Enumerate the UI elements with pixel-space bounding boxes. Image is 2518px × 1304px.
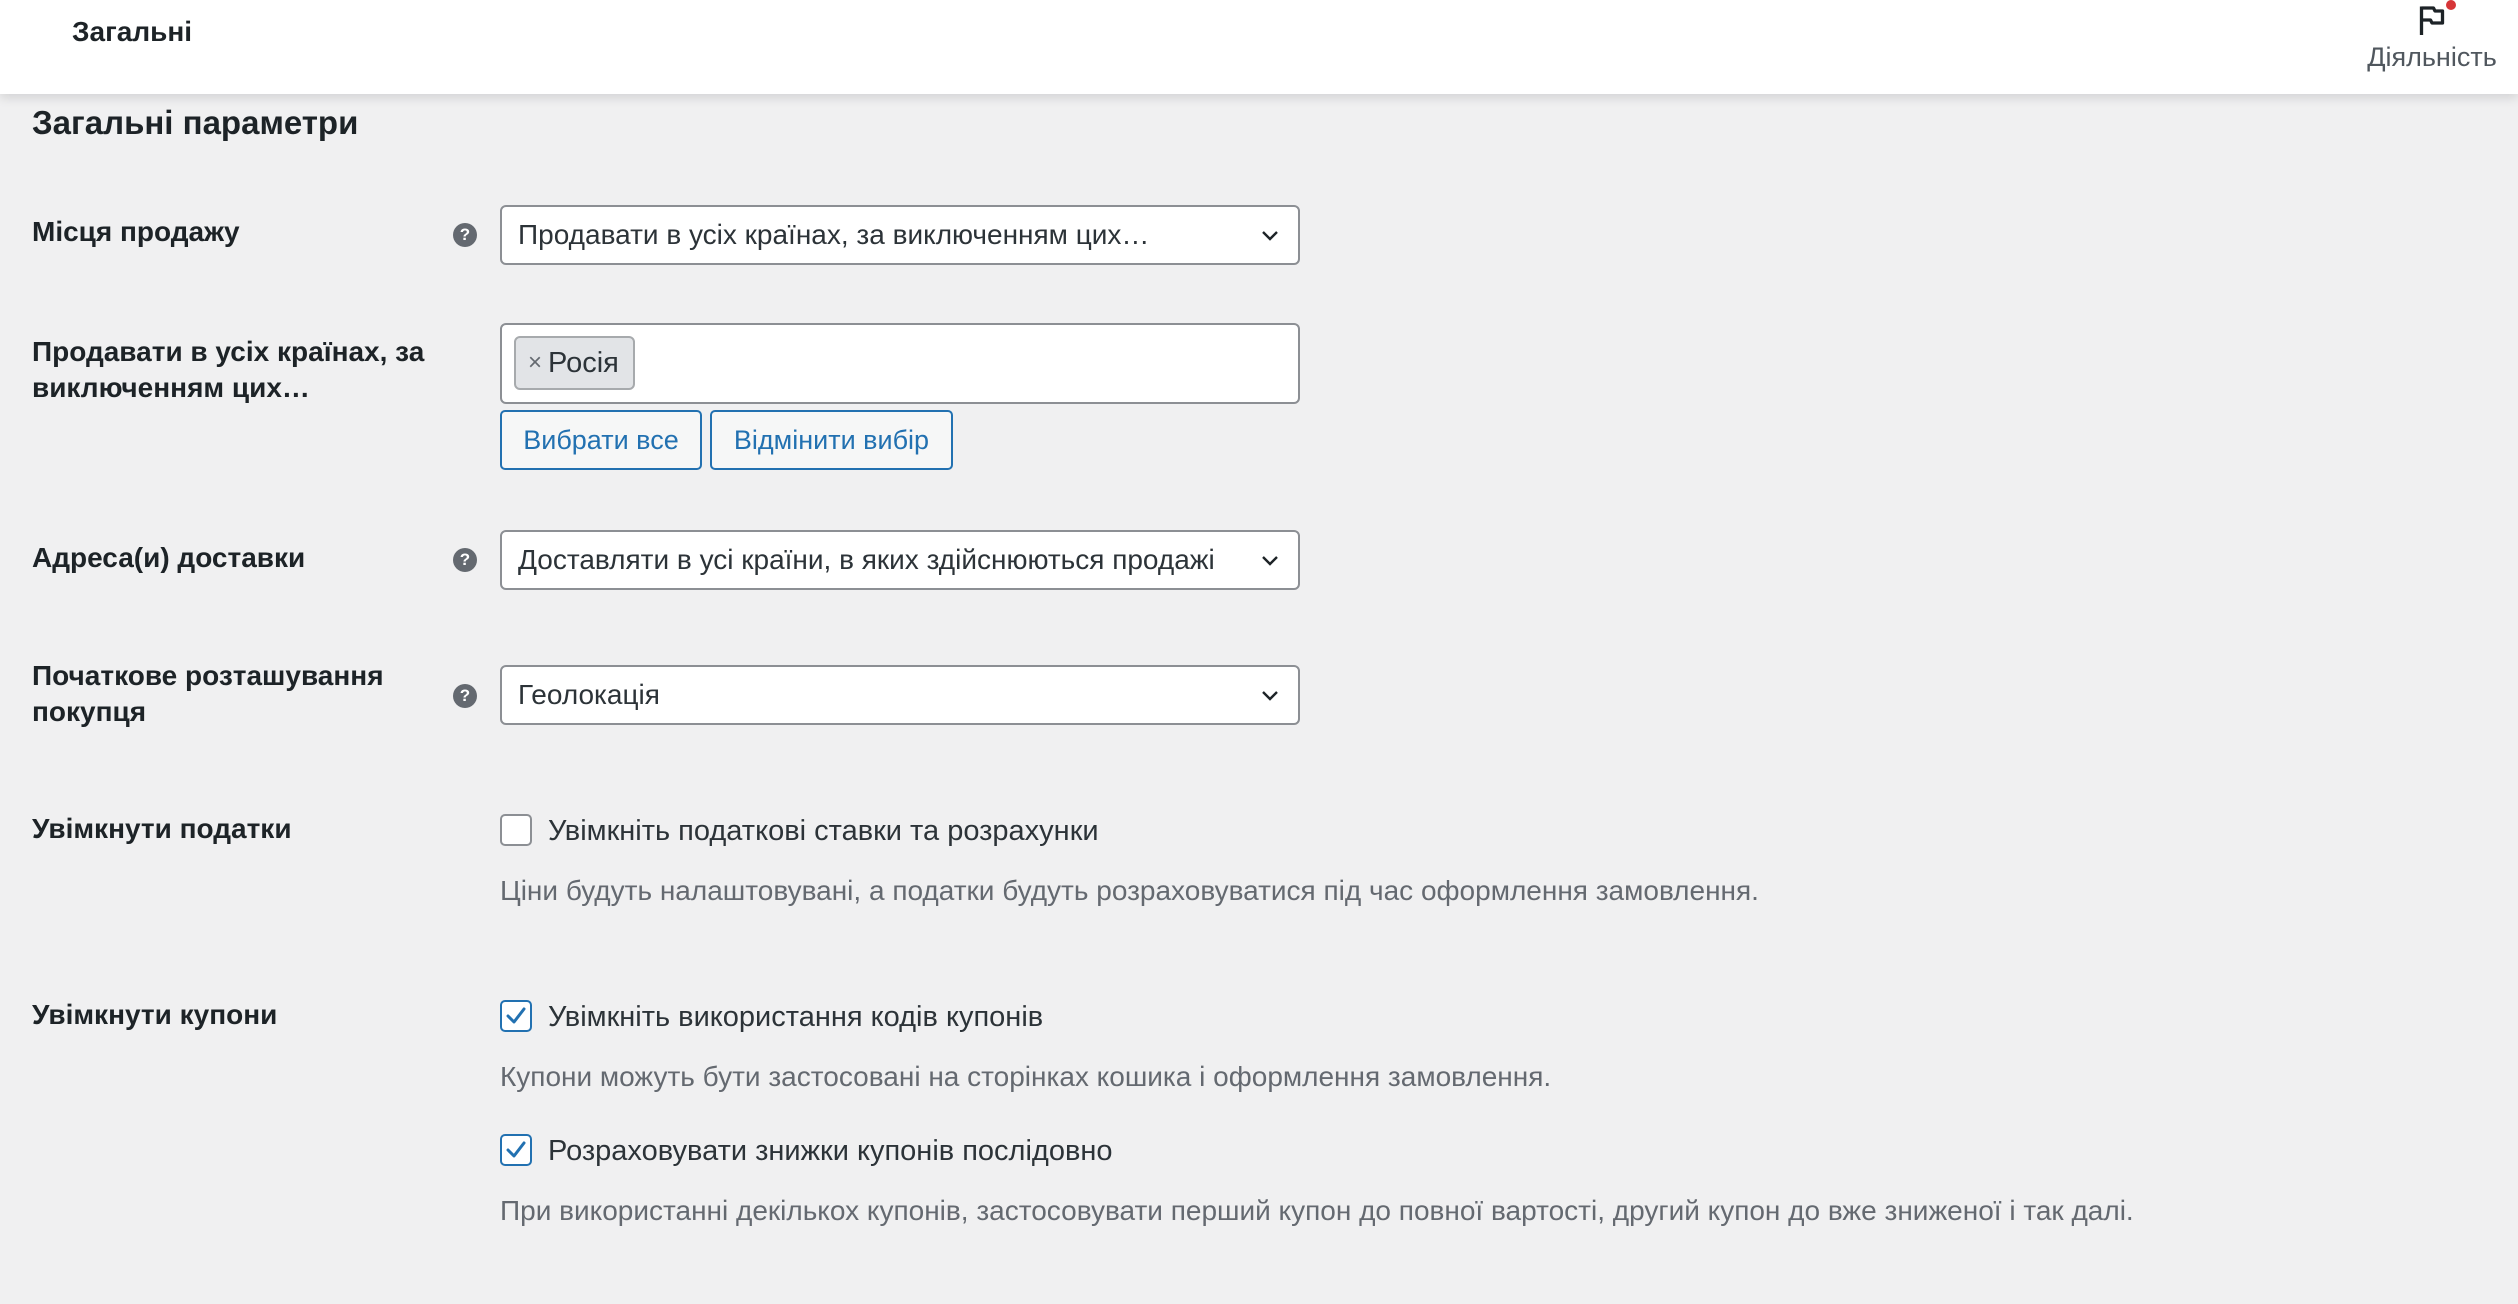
enable-coupons-checkbox-label[interactable]: Увімкніть використання кодів купонів bbox=[548, 999, 1043, 1035]
taxes-label: Увімкнути податки bbox=[32, 813, 292, 844]
selling-location-value: Продавати в усіх країнах, за виключенням… bbox=[518, 219, 1150, 250]
checkmark-icon bbox=[506, 1141, 526, 1158]
shipping-locations-select[interactable]: Доставляти в усі країни, в яких здійснюю… bbox=[500, 530, 1300, 590]
sequential-coupons-checkbox-label[interactable]: Розраховувати знижки купонів послідовно bbox=[548, 1133, 1113, 1169]
top-bar: Загальні Діяльність bbox=[0, 0, 2518, 94]
section-title: Загальні параметри bbox=[32, 104, 359, 141]
shipping-locations-value: Доставляти в усі країни, в яких здійснюю… bbox=[518, 544, 1215, 575]
notification-dot bbox=[2446, 0, 2456, 10]
checkmark-icon bbox=[506, 1007, 526, 1024]
coupons-label: Увімкнути купони bbox=[32, 999, 278, 1030]
enable-taxes-checkbox[interactable] bbox=[500, 814, 532, 846]
activity-label: Діяльність bbox=[2367, 42, 2497, 72]
default-customer-location-label: Початкове розташування покупця bbox=[32, 660, 384, 727]
default-customer-location-select[interactable]: Геолокація bbox=[500, 665, 1300, 725]
country-tag-label: Росія bbox=[548, 346, 619, 379]
sequential-coupons-checkbox[interactable] bbox=[500, 1134, 532, 1166]
help-icon[interactable]: ? bbox=[453, 684, 477, 708]
selling-location-label: Місця продажу bbox=[32, 216, 240, 247]
enable-coupons-checkbox[interactable] bbox=[500, 1000, 532, 1032]
excluded-countries-label: Продавати в усіх країнах, за виключенням… bbox=[32, 336, 425, 403]
shipping-locations-label: Адреса(и) доставки bbox=[32, 542, 306, 573]
activity-button[interactable]: Діяльність bbox=[2366, 0, 2498, 94]
deselect-button[interactable]: Відмінити вибір bbox=[710, 410, 953, 470]
country-tag: × Росія bbox=[514, 336, 635, 390]
coupons-description: Купони можуть бути застосовані на сторін… bbox=[500, 1061, 1552, 1092]
chevron-down-icon bbox=[1262, 691, 1278, 701]
sequential-coupons-description: При використанні декількох купонів, заст… bbox=[500, 1195, 2134, 1226]
taxes-description: Ціни будуть налаштовувані, а податки буд… bbox=[500, 875, 1759, 906]
remove-tag-icon[interactable]: × bbox=[528, 349, 542, 377]
select-all-button[interactable]: Вибрати все bbox=[500, 410, 702, 470]
help-icon[interactable]: ? bbox=[453, 223, 477, 247]
chevron-down-icon bbox=[1262, 231, 1278, 241]
default-customer-location-value: Геолокація bbox=[518, 679, 660, 710]
help-icon[interactable]: ? bbox=[453, 548, 477, 572]
page-header-title: Загальні bbox=[72, 16, 193, 47]
selling-location-select[interactable]: Продавати в усіх країнах, за виключенням… bbox=[500, 205, 1300, 265]
chevron-down-icon bbox=[1262, 556, 1278, 566]
excluded-countries-multiselect[interactable]: × Росія bbox=[500, 323, 1300, 404]
enable-taxes-checkbox-label[interactable]: Увімкніть податкові ставки та розрахунки bbox=[548, 813, 1099, 849]
flag-icon bbox=[2419, 6, 2445, 35]
